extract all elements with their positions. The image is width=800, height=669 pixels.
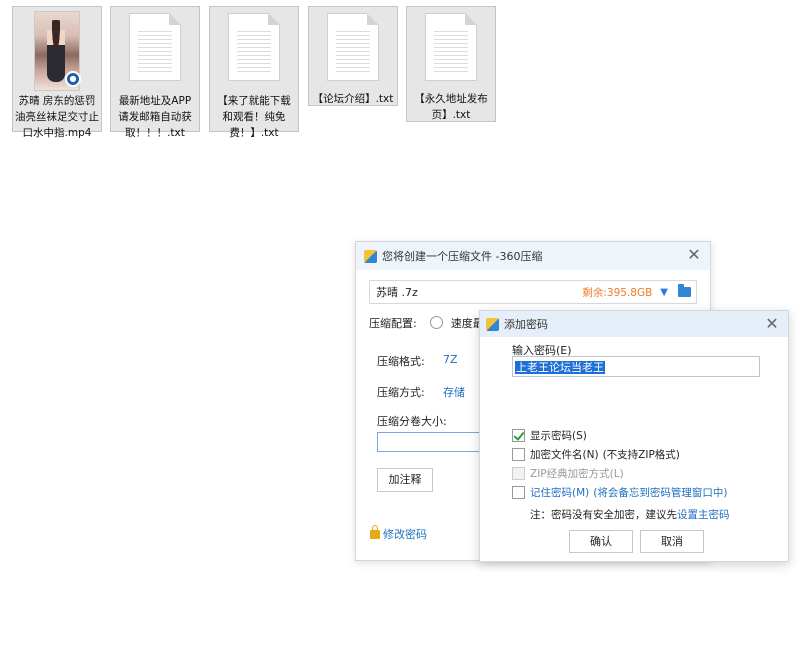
file-icon-text[interactable]: 【论坛介绍】.txt [308, 6, 398, 106]
show-password-option[interactable]: 显示密码(S) [512, 428, 587, 443]
method-label: 压缩方式: [377, 386, 425, 399]
show-password-checkbox[interactable] [512, 429, 525, 442]
lock-icon [370, 525, 380, 539]
archive-app-icon [486, 317, 499, 331]
window-title: 您将创建一个压缩文件 -360压缩 [382, 250, 543, 263]
format-label: 压缩格式: [377, 355, 425, 368]
config-row: 压缩配置: 速度最 [369, 315, 484, 331]
encrypt-filenames-option[interactable]: 加密文件名(N) (不支持ZIP格式) [512, 447, 680, 462]
file-name: 【来了就能下载 和观看！纯免 费！】.txt [217, 95, 291, 139]
remember-password-label: 记住密码(M) [530, 487, 590, 499]
change-password-link[interactable]: 修改密码 [370, 525, 427, 542]
file-icon-text[interactable]: 最新地址及APP 请发邮箱自动获 取！！！.txt [110, 6, 200, 139]
file-icon-text[interactable]: 【来了就能下载 和观看！纯免 费！】.txt [209, 6, 299, 139]
volume-size-input[interactable] [377, 432, 487, 452]
speed-radio[interactable] [430, 316, 444, 329]
folder-icon[interactable] [678, 284, 691, 297]
config-label: 压缩配置: [369, 317, 417, 330]
remember-password-option[interactable]: 记住密码(M) (将会备忘到密码管理窗口中) [512, 485, 727, 500]
remember-password-note: (将会备忘到密码管理窗口中) [593, 487, 728, 499]
cancel-button[interactable]: 取消 [640, 530, 704, 553]
output-path-field[interactable]: 苏晴 .7z 剩余:395.8GB ▼ [369, 280, 697, 304]
dialog-title: 添加密码 [504, 318, 548, 331]
file-name: 【永久地址发布 页】.txt [414, 93, 488, 121]
add-comment-button[interactable]: 加注释 [377, 468, 433, 492]
encrypt-filenames-label: 加密文件名(N) [530, 449, 599, 461]
video-player-icon: ● [65, 71, 81, 87]
zip-classic-option: ZIP经典加密方式(L) [512, 466, 624, 481]
password-input[interactable]: 上老王论坛当老王 [512, 356, 760, 377]
text-document-icon [425, 13, 477, 81]
volume-label: 压缩分卷大小: [377, 415, 447, 428]
password-text: 上老王论坛当老王 [515, 361, 605, 374]
remaining-space: 剩余:395.8GB [582, 286, 653, 299]
close-icon[interactable]: ✕ [686, 247, 702, 263]
file-icon-video[interactable]: ● 苏晴 房东的惩罚 油亮丝袜足交寸止口水中指.mp4 [12, 6, 102, 139]
format-value[interactable]: 7Z [443, 353, 458, 366]
text-document-icon [228, 13, 280, 81]
security-note: 注：密码没有安全加密，建议先设置主密码 [530, 507, 730, 522]
encrypt-filenames-note: (不支持ZIP格式) [602, 449, 680, 461]
encrypt-filenames-checkbox[interactable] [512, 448, 525, 461]
password-dialog: 添加密码 ✕ 输入密码(E) 上老王论坛当老王 显示密码(S) 加密文件名(N)… [479, 310, 789, 562]
archive-app-icon [364, 249, 377, 263]
text-document-icon [327, 13, 379, 81]
change-password-label: 修改密码 [383, 528, 427, 541]
dialog-titlebar[interactable]: 添加密码 ✕ [480, 311, 788, 337]
file-name: 苏晴 房东的惩罚 油亮丝袜足交寸止口水中指.mp4 [15, 95, 99, 139]
text-document-icon [129, 13, 181, 81]
file-icon-text[interactable]: 【永久地址发布 页】.txt [406, 6, 496, 122]
archive-filename[interactable]: 苏晴 .7z [376, 284, 582, 300]
dropdown-arrow-icon[interactable]: ▼ [660, 287, 668, 298]
file-name: 最新地址及APP 请发邮箱自动获 取！！！.txt [118, 95, 192, 139]
remember-password-checkbox[interactable] [512, 486, 525, 499]
close-icon[interactable]: ✕ [764, 316, 780, 332]
zip-classic-checkbox [512, 467, 525, 480]
set-master-password-link[interactable]: 设置主密码 [677, 509, 730, 521]
zip-classic-label: ZIP经典加密方式(L) [530, 468, 624, 480]
window-titlebar[interactable]: 您将创建一个压缩文件 -360压缩 ✕ [356, 242, 710, 270]
file-name: 【论坛介绍】.txt [312, 93, 394, 105]
ok-button[interactable]: 确认 [569, 530, 633, 553]
security-note-text: 注：密码没有安全加密，建议先 [530, 509, 677, 521]
show-password-label: 显示密码(S) [530, 430, 587, 442]
method-value[interactable]: 存储 [443, 384, 465, 400]
desktop: ● 苏晴 房东的惩罚 油亮丝袜足交寸止口水中指.mp4 最新地址及APP 请发邮… [0, 0, 800, 669]
